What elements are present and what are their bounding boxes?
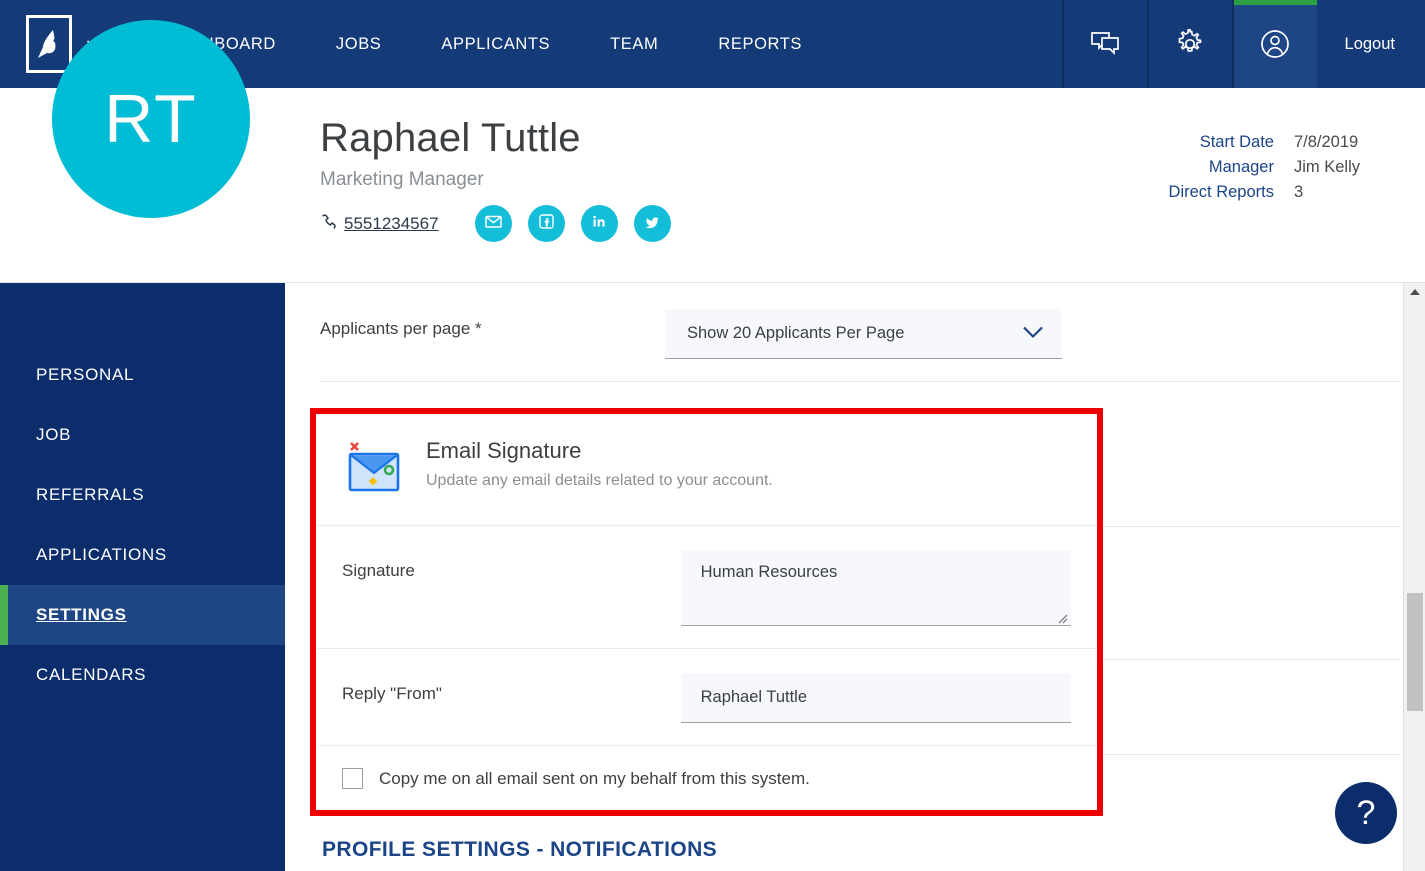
applicants-per-page-row: Applicants per page * Show 20 Applicants… bbox=[320, 283, 1400, 382]
resize-handle-icon[interactable] bbox=[1056, 610, 1068, 622]
social-links bbox=[475, 205, 671, 242]
stat-value-start-date: 7/8/2019 bbox=[1294, 133, 1360, 152]
nav-link-team[interactable]: TEAM bbox=[580, 0, 688, 88]
sidebar-item-settings[interactable]: SETTINGS bbox=[0, 585, 285, 645]
stat-value-direct-reports: 3 bbox=[1294, 183, 1360, 202]
app-root: DASHBOARD JOBS APPLICANTS TEAM REPORTS bbox=[0, 0, 1425, 871]
sidebar-item-label: APPLICATIONS bbox=[36, 545, 167, 565]
card-header-text: Email Signature Update any email details… bbox=[426, 436, 773, 490]
social-facebook-button[interactable] bbox=[528, 205, 565, 242]
applicants-per-page-value: Show 20 Applicants Per Page bbox=[687, 324, 904, 343]
sidebar-item-job[interactable]: JOB bbox=[0, 405, 285, 465]
sidebar: PERSONAL JOB REFERRALS APPLICATIONS SETT… bbox=[0, 283, 285, 871]
applicants-per-page-label: Applicants per page * bbox=[320, 309, 665, 339]
triangle-up-icon[interactable] bbox=[1404, 283, 1425, 301]
card-header: Email Signature Update any email details… bbox=[316, 414, 1097, 526]
chat-bubbles-icon bbox=[1090, 30, 1120, 58]
avatar: RT bbox=[52, 20, 250, 218]
nav-link-reports[interactable]: REPORTS bbox=[688, 0, 832, 88]
stat-label-start-date: Start Date bbox=[1169, 133, 1274, 152]
reply-from-row: Reply "From" Raphael Tuttle bbox=[316, 649, 1097, 746]
settings-form: Applicants per page * Show 20 Applicants… bbox=[285, 283, 1425, 382]
nav-links: DASHBOARD JOBS APPLICANTS TEAM REPORTS bbox=[136, 0, 832, 88]
sidebar-item-label: JOB bbox=[36, 425, 71, 445]
stat-label-direct-reports: Direct Reports bbox=[1169, 183, 1274, 202]
scrollbar-thumb[interactable] bbox=[1407, 593, 1423, 711]
envelope-icon bbox=[484, 212, 503, 236]
sidebar-item-label: REFERRALS bbox=[36, 485, 144, 505]
sidebar-item-applications[interactable]: APPLICATIONS bbox=[0, 525, 285, 585]
email-signature-card-highlight: Email Signature Update any email details… bbox=[310, 408, 1103, 816]
profile-contact-row: 5551234567 bbox=[320, 205, 671, 242]
signature-row: Signature Human Resources bbox=[316, 526, 1097, 649]
applicants-per-page-select[interactable]: Show 20 Applicants Per Page bbox=[665, 309, 1062, 359]
nav-icon-account[interactable] bbox=[1232, 0, 1317, 88]
phone-block: 5551234567 bbox=[320, 213, 439, 235]
social-linkedin-button[interactable] bbox=[581, 205, 618, 242]
nav-icon-settings[interactable] bbox=[1147, 0, 1232, 88]
navbar-icon-tabs: Logout bbox=[1062, 0, 1425, 88]
card-subtitle: Update any email details related to your… bbox=[426, 472, 773, 490]
gear-icon bbox=[1175, 29, 1205, 59]
copy-me-checkbox[interactable] bbox=[342, 768, 363, 789]
profile-stats: Start Date 7/8/2019 Manager Jim Kelly Di… bbox=[1169, 133, 1360, 202]
reply-from-label: Reply "From" bbox=[342, 673, 681, 704]
email-signature-card: Email Signature Update any email details… bbox=[316, 414, 1097, 810]
sidebar-item-label: CALENDARS bbox=[36, 665, 146, 685]
copy-me-row: Copy me on all email sent on my behalf f… bbox=[316, 746, 1097, 811]
signature-textarea[interactable]: Human Resources bbox=[681, 550, 1071, 626]
facebook-icon bbox=[537, 212, 556, 236]
signature-label: Signature bbox=[342, 550, 681, 581]
sidebar-item-label: PERSONAL bbox=[36, 365, 134, 385]
logout-button[interactable]: Logout bbox=[1317, 0, 1425, 88]
navbar-spacer bbox=[832, 0, 1062, 88]
user-circle-icon bbox=[1259, 28, 1291, 60]
copy-me-label: Copy me on all email sent on my behalf f… bbox=[379, 769, 810, 789]
nav-link-jobs[interactable]: JOBS bbox=[306, 0, 412, 88]
reply-from-value: Raphael Tuttle bbox=[701, 688, 807, 707]
sidebar-item-calendars[interactable]: CALENDARS bbox=[0, 645, 285, 705]
twitter-icon bbox=[643, 212, 662, 236]
profile-info: Raphael Tuttle Marketing Manager 5551234… bbox=[320, 116, 671, 242]
notifications-section-heading: PROFILE SETTINGS - NOTIFICATIONS bbox=[322, 838, 717, 862]
envelope-with-markers-icon bbox=[342, 440, 404, 496]
signature-value: Human Resources bbox=[701, 563, 838, 581]
card-title: Email Signature bbox=[426, 438, 773, 464]
linkedin-icon bbox=[590, 212, 609, 236]
phone-link[interactable]: 5551234567 bbox=[344, 214, 439, 234]
nav-icon-messages[interactable] bbox=[1062, 0, 1147, 88]
page-title: Raphael Tuttle bbox=[320, 116, 671, 160]
stat-value-manager: Jim Kelly bbox=[1294, 158, 1360, 177]
profile-role: Marketing Manager bbox=[320, 169, 671, 191]
help-button[interactable]: ? bbox=[1335, 782, 1397, 844]
drop-in-frame-logo-icon[interactable] bbox=[26, 15, 72, 73]
sidebar-item-personal[interactable]: PERSONAL bbox=[0, 345, 285, 405]
sidebar-item-referrals[interactable]: REFERRALS bbox=[0, 465, 285, 525]
stat-label-manager: Manager bbox=[1169, 158, 1274, 177]
reply-from-input[interactable]: Raphael Tuttle bbox=[681, 673, 1071, 723]
nav-link-applicants[interactable]: APPLICANTS bbox=[411, 0, 580, 88]
social-twitter-button[interactable] bbox=[634, 205, 671, 242]
phone-handset-icon bbox=[320, 213, 337, 235]
sidebar-item-label: SETTINGS bbox=[36, 605, 127, 625]
social-email-button[interactable] bbox=[475, 205, 512, 242]
vertical-scrollbar[interactable] bbox=[1403, 283, 1425, 871]
chevron-down-icon bbox=[1022, 324, 1044, 343]
